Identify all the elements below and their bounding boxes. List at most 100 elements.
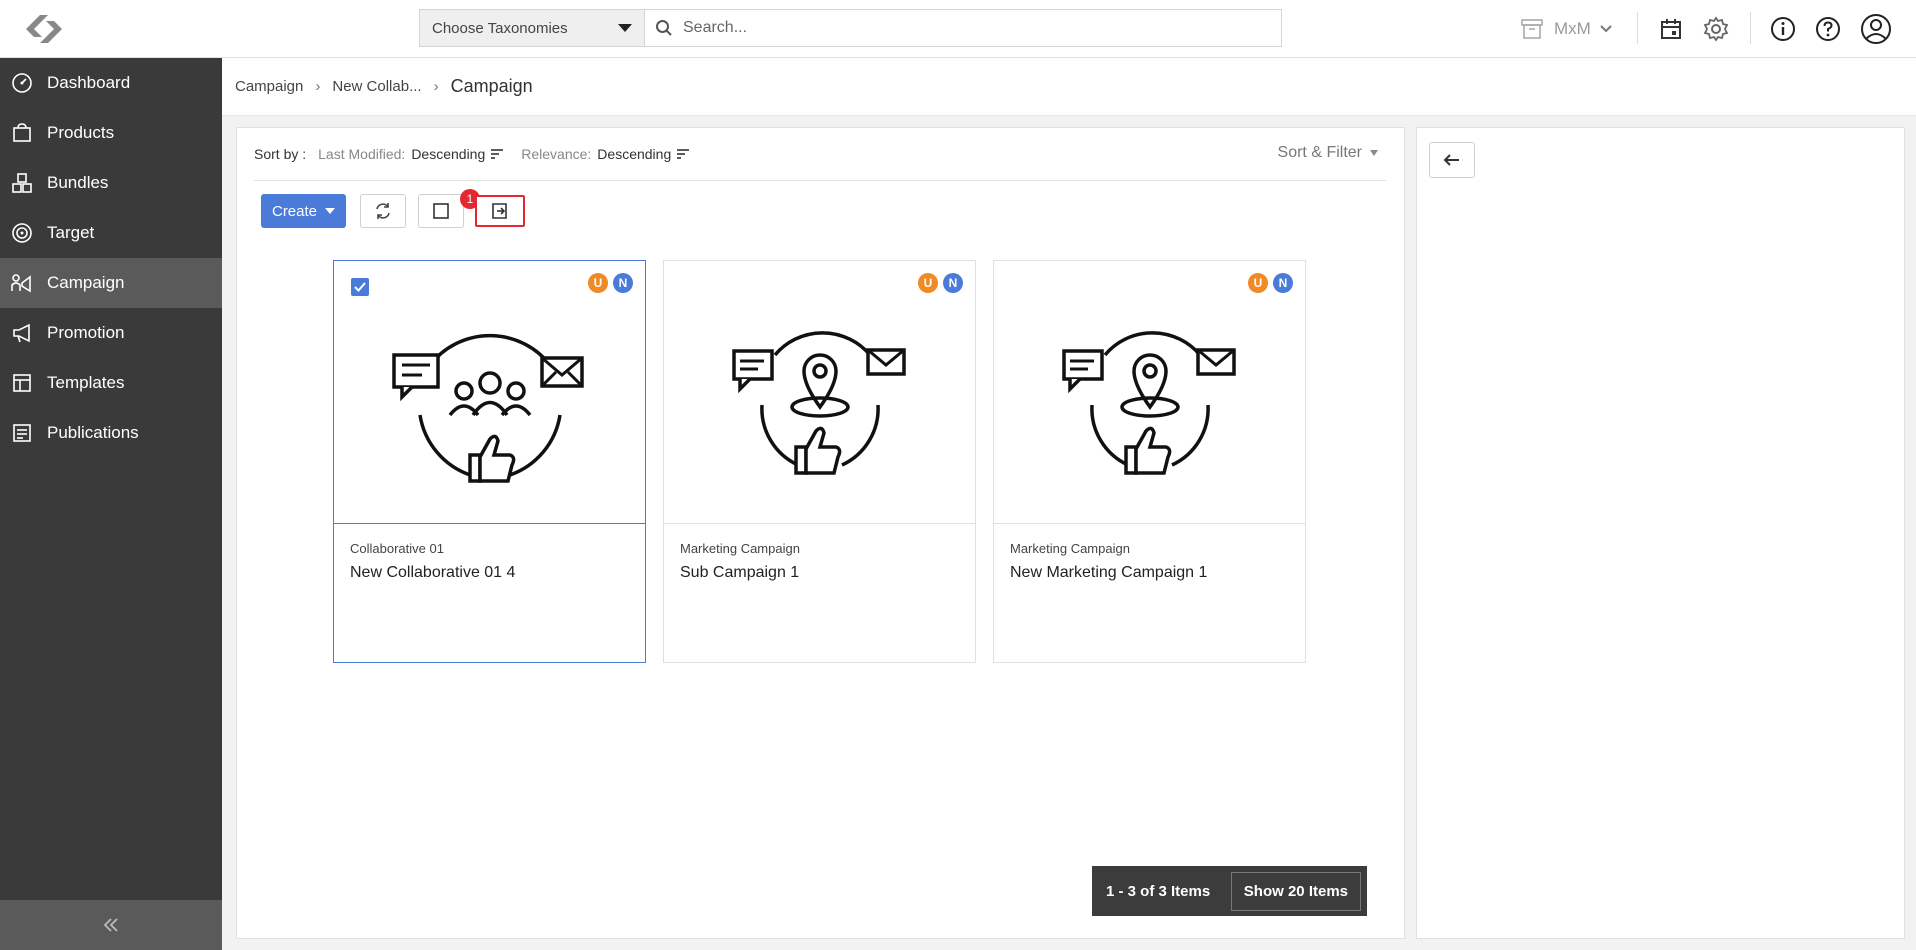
checkbox-icon <box>433 203 449 219</box>
calendar-button[interactable] <box>1654 12 1688 46</box>
select-all-button[interactable]: 1 <box>418 189 480 228</box>
arrow-left-icon <box>1443 154 1459 166</box>
card-checkbox[interactable] <box>351 278 369 296</box>
checkmark-icon <box>354 282 366 292</box>
megaphone-icon <box>10 321 34 345</box>
status-badges: U N <box>918 273 963 293</box>
sort-value[interactable]: Descending <box>597 146 671 162</box>
divider <box>1637 12 1638 44</box>
export-icon <box>492 203 507 219</box>
search-input[interactable] <box>683 19 1243 37</box>
detail-panel <box>1416 127 1905 939</box>
help-button[interactable] <box>1811 12 1845 46</box>
breadcrumb: Campaign › New Collab... › Campaign <box>222 58 1916 116</box>
org-switcher[interactable]: MxM <box>1520 0 1613 58</box>
sidebar-item-campaign[interactable]: Campaign <box>0 258 222 308</box>
dashboard-icon <box>10 71 34 95</box>
export-button[interactable] <box>475 195 525 227</box>
org-label: MxM <box>1554 19 1591 38</box>
sort-by-label: Sort by : <box>254 146 307 162</box>
item-count: 1 - 3 of 3 Items <box>1106 882 1211 900</box>
info-icon <box>1771 17 1795 41</box>
info-button[interactable] <box>1766 12 1800 46</box>
target-icon <box>10 221 34 245</box>
help-icon <box>1816 17 1840 41</box>
sort-descending-icon[interactable] <box>677 149 690 159</box>
settings-button[interactable] <box>1699 12 1733 46</box>
main-panel: Sort by : Last Modified: Descending Rele… <box>236 127 1405 939</box>
caret-down-icon <box>1370 150 1378 156</box>
sidebar-item-label: Promotion <box>47 323 125 342</box>
sort-filter-label: Sort & Filter <box>1277 144 1362 161</box>
collaboration-illustration-icon <box>391 333 584 483</box>
app-logo[interactable] <box>20 9 68 49</box>
card-type: Collaborative 01 <box>350 541 444 556</box>
campaign-card[interactable]: U N Marketing Campaign Sub Campaign 1 <box>663 260 976 663</box>
status-badges: U N <box>1248 273 1293 293</box>
sort-descending-icon[interactable] <box>491 149 504 159</box>
status-badges: U N <box>588 273 633 293</box>
card-title[interactable]: New Marketing Campaign 1 <box>1010 564 1207 582</box>
sidebar-item-target[interactable]: Target <box>0 208 222 258</box>
sidebar-item-label: Templates <box>47 373 125 392</box>
chevron-right-icon: › <box>433 78 439 95</box>
sidebar-item-bundles[interactable]: Bundles <box>0 158 222 208</box>
caret-down-icon <box>325 208 336 214</box>
card-image: U N <box>334 261 645 524</box>
status-badge-n: N <box>1273 273 1293 293</box>
status-badge-u: U <box>588 273 608 293</box>
card-image: U N <box>994 261 1305 524</box>
products-icon <box>10 121 34 145</box>
divider <box>1750 12 1751 44</box>
top-bar: Choose Taxonomies MxM <box>0 0 1916 58</box>
create-button[interactable]: Create <box>261 194 346 228</box>
sidebar-item-templates[interactable]: Templates <box>0 358 222 408</box>
taxonomy-select-label: Choose Taxonomies <box>432 19 568 37</box>
sidebar-item-label: Bundles <box>47 173 109 192</box>
user-avatar-icon <box>1861 14 1891 44</box>
page-title: Campaign <box>450 76 533 96</box>
sidebar-item-publications[interactable]: Publications <box>0 408 222 458</box>
sidebar-item-dashboard[interactable]: Dashboard <box>0 58 222 108</box>
marketing-illustration-icon <box>1061 331 1236 475</box>
refresh-icon <box>376 203 390 219</box>
sidebar-item-label: Dashboard <box>47 73 131 92</box>
refresh-button[interactable] <box>360 194 406 228</box>
status-badge-n: N <box>943 273 963 293</box>
user-profile-button[interactable] <box>1859 12 1893 46</box>
sidebar-item-promotion[interactable]: Promotion <box>0 308 222 358</box>
pagination-bar: 1 - 3 of 3 Items Show 20 Items <box>1092 866 1367 916</box>
chevron-right-icon: › <box>315 78 321 95</box>
search-icon <box>656 20 672 36</box>
back-button[interactable] <box>1429 142 1475 178</box>
card-type: Marketing Campaign <box>680 541 800 556</box>
chevron-down-icon <box>1600 25 1612 33</box>
card-image: U N <box>664 261 975 524</box>
collapse-sidebar-button[interactable] <box>0 900 222 950</box>
page-size-button[interactable]: Show 20 Items <box>1230 871 1361 911</box>
publications-icon <box>10 421 34 445</box>
sort-key: Relevance: <box>521 146 592 162</box>
sidebar-item-label: Products <box>47 123 115 142</box>
campaign-card[interactable]: U N Marketing Campaign New Marketing Cam… <box>993 260 1306 663</box>
sort-value[interactable]: Descending <box>411 146 485 162</box>
campaign-icon <box>10 271 34 295</box>
breadcrumb-link[interactable]: Campaign <box>235 78 303 95</box>
card-type: Marketing Campaign <box>1010 541 1130 556</box>
sort-filter-toggle[interactable]: Sort & Filter <box>1278 144 1378 162</box>
campaign-card[interactable]: U N Collaborative 01 New Collaborative 0… <box>333 260 646 663</box>
bundles-icon <box>10 171 34 195</box>
sidebar-item-label: Campaign <box>47 273 125 292</box>
breadcrumb-link[interactable]: New Collab... <box>332 78 421 95</box>
card-title[interactable]: Sub Campaign 1 <box>680 564 799 582</box>
create-button-label: Create <box>271 202 318 220</box>
card-title[interactable]: New Collaborative 01 4 <box>350 564 515 582</box>
sidebar: Dashboard Products Bundles Target Campai… <box>0 58 222 950</box>
taxonomy-select[interactable]: Choose Taxonomies <box>419 9 644 47</box>
archive-icon <box>1521 19 1543 39</box>
sort-key: Last Modified: <box>318 146 406 162</box>
status-badge-u: U <box>918 273 938 293</box>
marketing-illustration-icon <box>731 331 906 475</box>
sidebar-item-products[interactable]: Products <box>0 108 222 158</box>
search-box[interactable] <box>644 9 1282 47</box>
